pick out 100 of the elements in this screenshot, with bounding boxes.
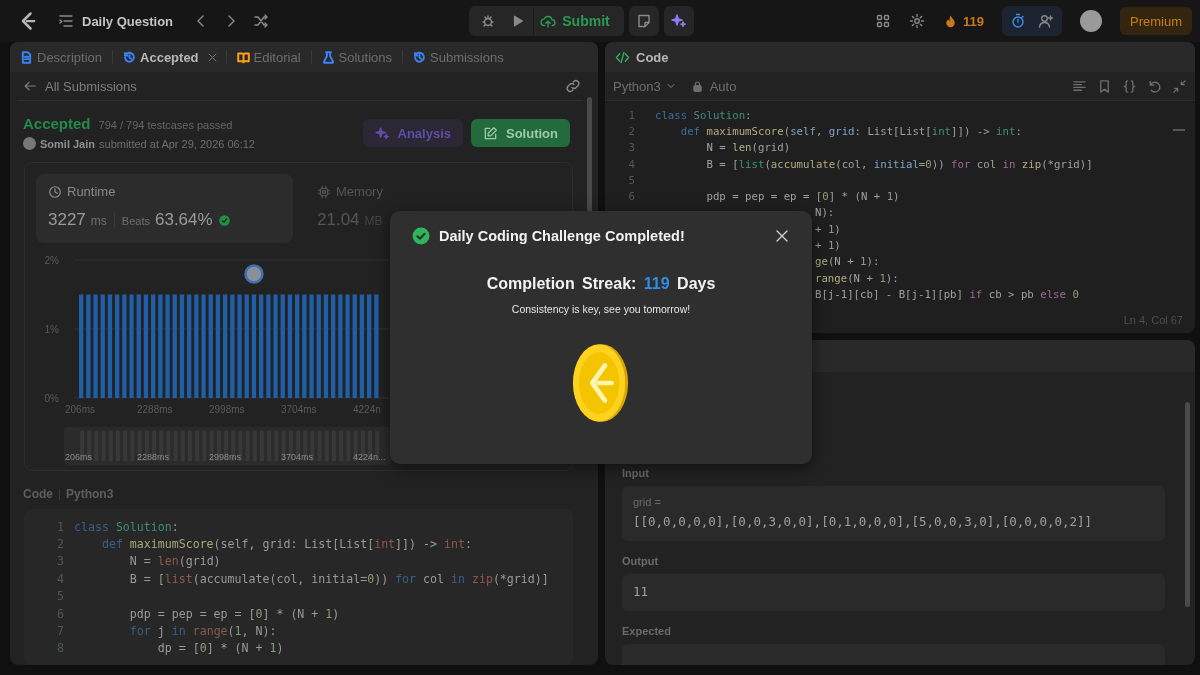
language-label: Python3 <box>66 487 114 501</box>
bar[interactable] <box>287 294 293 398</box>
play-icon <box>511 14 526 28</box>
bar[interactable] <box>187 294 192 398</box>
code-line: pdp = pep = ep = [0] * (N + 1) <box>705 190 900 204</box>
bar[interactable] <box>151 294 156 398</box>
bar[interactable] <box>244 294 249 398</box>
bar[interactable] <box>259 294 264 398</box>
tab[interactable]: Submissions <box>411 47 506 67</box>
value-text: [[0,0,0,0,0],[0,0,3,0,0],[0,1,0,0,0],[5,0,0,3,0],[0,0,0,0,2]] <box>633 514 1094 529</box>
code-line: pdp = pep = ep = [0] * (N + 1) <box>128 606 340 621</box>
navigator-label: 2288ms <box>137 452 170 462</box>
braces-icon[interactable] <box>1122 78 1137 94</box>
bar[interactable] <box>215 294 221 398</box>
bar[interactable] <box>129 294 134 398</box>
bar[interactable] <box>316 294 321 398</box>
author-name[interactable]: Somil Jain <box>40 137 96 150</box>
bar[interactable] <box>374 294 379 398</box>
streak-counter[interactable]: 119 <box>943 13 984 29</box>
code-line: N): <box>815 206 835 220</box>
code-line: class Solution: <box>74 519 179 534</box>
language-dropdown[interactable]: Python3 <box>613 78 677 94</box>
format-icon[interactable] <box>1072 78 1087 94</box>
notes-button[interactable] <box>628 6 659 36</box>
bar[interactable] <box>86 294 91 398</box>
tab[interactable]: Description <box>18 47 105 67</box>
code-line: B = [list(accumulate(col, initial=0)) for col in zip(*grid)] <box>128 571 549 586</box>
bar[interactable] <box>338 294 343 398</box>
bar[interactable] <box>158 294 163 398</box>
author-avatar <box>23 137 36 150</box>
solution-button[interactable]: Solution <box>471 119 570 147</box>
bar[interactable] <box>309 294 314 398</box>
problem-list-link[interactable]: Daily Question <box>58 13 174 29</box>
bar[interactable] <box>143 294 149 398</box>
settings-icon[interactable] <box>909 13 925 29</box>
bar[interactable] <box>93 294 98 398</box>
link-icon[interactable] <box>565 78 581 94</box>
bar[interactable] <box>237 294 242 398</box>
bar[interactable] <box>295 294 300 398</box>
analysis-button[interactable]: Analysis <box>362 119 463 147</box>
note-icon <box>635 13 652 29</box>
bookmark-icon[interactable] <box>1097 78 1112 94</box>
bar[interactable] <box>172 294 177 398</box>
mode-toggle[interactable]: Auto <box>690 78 737 94</box>
layout-icon[interactable] <box>875 13 891 29</box>
assistant-button[interactable] <box>663 6 694 36</box>
code-line: range(N + 1): <box>815 271 899 285</box>
bar[interactable] <box>122 294 127 398</box>
back-link[interactable]: All Submissions <box>23 78 137 94</box>
bar[interactable] <box>136 294 141 398</box>
bar[interactable] <box>273 294 278 398</box>
bar[interactable] <box>201 294 206 398</box>
runtime-card[interactable]: Runtime 3227 ms Beats 63.64% <box>36 174 293 243</box>
bar[interactable] <box>107 294 113 398</box>
bar[interactable] <box>223 294 228 398</box>
bar[interactable] <box>100 294 105 398</box>
tab[interactable]: Editorial <box>234 47 303 67</box>
stat-label: Runtime <box>67 184 116 199</box>
shuffle-icon[interactable] <box>253 13 270 29</box>
bar[interactable] <box>194 294 199 398</box>
bar[interactable] <box>323 294 329 398</box>
bar[interactable] <box>359 294 365 398</box>
axis-label: 4224n <box>353 404 381 415</box>
badge-icon <box>217 213 231 227</box>
bar[interactable] <box>302 294 307 398</box>
code-line: dp = [0] * (N + 1) <box>156 641 284 656</box>
timer-icon[interactable] <box>1009 13 1026 29</box>
bar[interactable] <box>251 294 257 398</box>
bar[interactable] <box>367 294 372 398</box>
field-label: Expected <box>622 625 672 637</box>
bar[interactable] <box>208 294 213 398</box>
coin-icon <box>571 341 631 425</box>
bar[interactable] <box>266 294 271 398</box>
back-arrow-icon <box>23 79 37 93</box>
bar[interactable] <box>79 294 84 398</box>
tab[interactable]: Accepted <box>121 47 201 67</box>
bar[interactable] <box>179 294 185 398</box>
collapse-icon[interactable] <box>1172 78 1187 94</box>
tab[interactable]: Solutions <box>319 47 394 67</box>
bar[interactable] <box>352 294 357 398</box>
add-user-icon[interactable] <box>1037 13 1054 29</box>
bar[interactable] <box>115 294 120 398</box>
bar[interactable] <box>230 294 235 398</box>
premium-button[interactable]: Premium <box>1119 7 1192 35</box>
chip-icon <box>317 184 331 199</box>
bar[interactable] <box>345 294 350 398</box>
code-line: + 1) <box>815 239 841 252</box>
reset-icon[interactable] <box>1147 78 1162 94</box>
lock-icon <box>690 79 704 93</box>
testcases-text: 794 / 794 testcases passed <box>98 119 233 131</box>
bar[interactable] <box>331 294 336 398</box>
close-icon[interactable] <box>774 228 790 244</box>
dialog-title: Daily Coding Challenge Completed! <box>439 228 685 244</box>
scrollbar[interactable] <box>1185 402 1190 607</box>
bar[interactable] <box>280 294 285 398</box>
close-tab-icon[interactable] <box>206 51 218 63</box>
user-avatar[interactable] <box>1079 10 1102 32</box>
bar[interactable] <box>165 294 170 398</box>
submit-button[interactable]: Submit <box>533 7 620 35</box>
code-line: ge(N + 1): <box>815 255 880 269</box>
